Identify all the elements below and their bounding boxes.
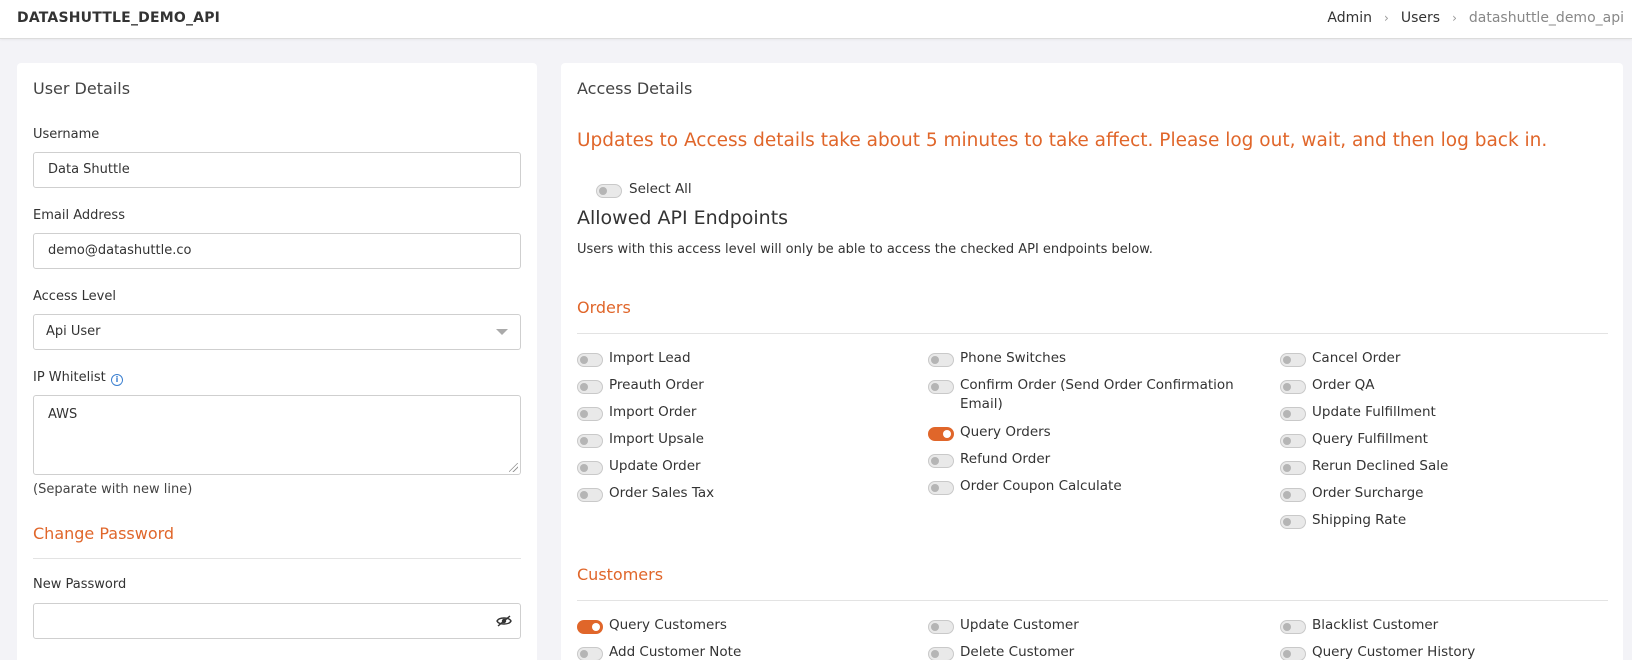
rerun-declined-sale-label: Rerun Declined Sale [1312, 458, 1449, 474]
ip-whitelist-helper: (Separate with new line) [33, 482, 193, 497]
update-order-toggle[interactable] [577, 461, 603, 475]
access-level-value: Api User [46, 324, 101, 339]
order-surcharge-toggle[interactable] [1280, 488, 1306, 502]
app-title: DATASHUTTLE_DEMO_API [17, 10, 221, 26]
import-lead-toggle[interactable] [577, 353, 603, 367]
import-lead-label: Import Lead [609, 350, 691, 366]
phone-switches-label: Phone Switches [960, 350, 1067, 366]
info-icon[interactable]: i [111, 374, 123, 386]
import-upsale-label: Import Upsale [609, 431, 704, 447]
order-sales-tax-label: Order Sales Tax [609, 485, 715, 501]
add-customer-note-toggle[interactable] [577, 647, 603, 660]
access-level-select[interactable]: Api User [33, 314, 521, 350]
rerun-declined-sale-toggle[interactable] [1280, 461, 1306, 475]
order-coupon-calculate-toggle[interactable] [928, 481, 954, 495]
query-customers-toggle[interactable] [577, 620, 603, 634]
delete-customer-label: Delete Customer [960, 644, 1075, 660]
import-order-label: Import Order [609, 404, 697, 420]
query-fulfillment-label: Query Fulfillment [1312, 431, 1428, 447]
order-qa-label: Order QA [1312, 377, 1375, 393]
cancel-order-label: Cancel Order [1312, 350, 1401, 366]
refund-order-toggle[interactable] [928, 454, 954, 468]
import-order-toggle[interactable] [577, 407, 603, 421]
blacklist-customer-label: Blacklist Customer [1312, 617, 1439, 633]
divider [33, 558, 521, 559]
shipping-rate-toggle[interactable] [1280, 515, 1306, 529]
confirm-order-label: Confirm Order (Send Order Confirmation E… [960, 377, 1234, 412]
query-customers-label: Query Customers [609, 617, 727, 633]
new-password-label: New Password [33, 577, 127, 592]
chevron-right-icon: › [1384, 11, 1389, 25]
top-bar: DATASHUTTLE_DEMO_API Admin › Users › dat… [0, 0, 1632, 39]
user-details-title: User Details [33, 79, 131, 98]
select-all-label: Select All [629, 181, 692, 197]
query-orders-label: Query Orders [960, 424, 1051, 440]
username-label: Username [33, 127, 100, 142]
orders-section-title: Orders [577, 298, 631, 317]
order-surcharge-label: Order Surcharge [1312, 485, 1424, 501]
import-upsale-toggle[interactable] [577, 434, 603, 448]
query-fulfillment-toggle[interactable] [1280, 434, 1306, 448]
endpoints-description: Users with this access level will only b… [577, 242, 1153, 257]
ip-whitelist-textarea[interactable]: AWS [33, 395, 521, 475]
query-customer-history-toggle[interactable] [1280, 647, 1306, 660]
order-sales-tax-toggle[interactable] [577, 488, 603, 502]
update-fulfillment-toggle[interactable] [1280, 407, 1306, 421]
refund-order-label: Refund Order [960, 451, 1051, 467]
breadcrumb-current: datashuttle_demo_api [1468, 10, 1624, 26]
endpoints-title: Allowed API Endpoints [577, 207, 789, 229]
breadcrumb-users[interactable]: Users [1401, 10, 1440, 26]
email-label: Email Address [33, 208, 125, 223]
user-details-card: User Details Username Data Shuttle Email… [17, 63, 537, 660]
divider [577, 600, 1608, 601]
username-input[interactable]: Data Shuttle [33, 152, 521, 188]
order-qa-toggle[interactable] [1280, 380, 1306, 394]
delete-customer-toggle[interactable] [928, 647, 954, 660]
customers-section-title: Customers [577, 565, 664, 584]
access-level-label: Access Level [33, 289, 116, 304]
phone-switches-toggle[interactable] [928, 353, 954, 367]
update-customer-label: Update Customer [960, 617, 1079, 633]
ip-whitelist-label: IP Whitelist [33, 370, 106, 385]
query-orders-toggle[interactable] [928, 427, 954, 441]
shipping-rate-label: Shipping Rate [1312, 512, 1407, 528]
confirm-order-toggle[interactable] [928, 380, 954, 394]
update-customer-toggle[interactable] [928, 620, 954, 634]
new-password-input[interactable] [33, 603, 521, 639]
change-password-title: Change Password [33, 524, 175, 543]
chevron-right-icon: › [1452, 11, 1457, 25]
add-customer-note-label: Add Customer Note [609, 644, 742, 660]
ip-whitelist-value: AWS [48, 407, 78, 422]
update-order-label: Update Order [609, 458, 701, 474]
preauth-order-toggle[interactable] [577, 380, 603, 394]
breadcrumb: Admin › Users › datashuttle_demo_api [1327, 10, 1624, 26]
select-all-toggle[interactable] [596, 184, 622, 198]
breadcrumb-admin[interactable]: Admin [1327, 10, 1372, 26]
order-coupon-calculate-label: Order Coupon Calculate [960, 478, 1122, 494]
update-fulfillment-label: Update Fulfillment [1312, 404, 1436, 420]
divider [577, 333, 1608, 334]
access-details-card: Access Details Updates to Access details… [561, 63, 1623, 660]
access-update-notice: Updates to Access details take about 5 m… [577, 130, 1548, 151]
access-details-title: Access Details [577, 79, 693, 98]
resize-handle-icon[interactable] [509, 463, 518, 472]
email-input[interactable]: demo@datashuttle.co [33, 233, 521, 269]
cancel-order-toggle[interactable] [1280, 353, 1306, 367]
chevron-down-icon [496, 329, 508, 335]
eye-slash-icon[interactable] [496, 614, 512, 628]
query-customer-history-label: Query Customer History [1312, 644, 1476, 660]
preauth-order-label: Preauth Order [609, 377, 704, 393]
blacklist-customer-toggle[interactable] [1280, 620, 1306, 634]
